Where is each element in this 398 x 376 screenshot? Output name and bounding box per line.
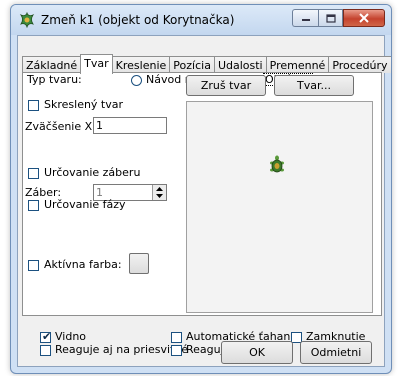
maximize-button[interactable] (318, 9, 343, 27)
dialog-client: Základné Tvar Kreslenie Pozícia Udalosti… (17, 35, 391, 367)
ok-button[interactable]: OK (221, 341, 293, 364)
shape-button[interactable]: Tvar... (274, 75, 354, 96)
minimize-button[interactable] (292, 9, 318, 27)
tab-tvar[interactable]: Tvar (80, 54, 113, 74)
tab-pozicia[interactable]: Pozícia (169, 56, 215, 73)
phase-detection-checkbox[interactable] (28, 200, 39, 211)
zoom-label: Zväčšenie X: (25, 120, 96, 133)
shape-type-label: Typ tvaru: (27, 73, 82, 86)
tab-procedury[interactable]: Procedúry (328, 56, 391, 73)
tab-strip: Základné Tvar Kreslenie Pozícia Udalosti… (22, 54, 391, 74)
active-color-label[interactable]: Aktívna farba: (44, 258, 122, 271)
active-color-swatch[interactable] (129, 253, 149, 274)
dialog-window: Zmeň k1 (objekt od Korytnačka) Základné … (10, 4, 392, 374)
distorted-shape-checkbox[interactable] (28, 100, 39, 111)
visible-checkbox[interactable]: ✔ (40, 330, 52, 343)
tab-page-tvar: Typ tvaru: Návod na kreslenie Obrázok Sk… (22, 72, 382, 316)
visible-label[interactable]: Vidno (55, 330, 86, 343)
zoom-input[interactable]: 1 (93, 117, 167, 134)
tab-premenne[interactable]: Premenné (265, 56, 330, 73)
window-title: Zmeň k1 (objekt od Korytnačka) (41, 13, 235, 27)
tab-udalosti[interactable]: Udalosti (213, 56, 267, 73)
minimize-icon (301, 19, 310, 21)
distorted-shape-label[interactable]: Skreslený tvar (44, 98, 123, 111)
close-icon (359, 13, 369, 23)
frame-detection-checkbox[interactable] (28, 168, 39, 179)
frame-detection-label[interactable]: Určovanie záberu (44, 166, 140, 179)
maximize-icon (325, 13, 336, 23)
react-transparent-checkbox[interactable] (40, 345, 51, 356)
cancel-shape-button[interactable]: Zruš tvar (186, 75, 266, 96)
tab-kreslenie[interactable]: Kreslenie (111, 56, 171, 73)
auto-drag-checkbox[interactable] (171, 332, 182, 343)
close-button[interactable] (343, 9, 385, 27)
spinner-arrows-icon (156, 187, 163, 198)
react-collision-checkbox[interactable] (171, 345, 182, 356)
tab-zakladne[interactable]: Základné (22, 56, 82, 73)
cancel-button[interactable]: Odmietni (300, 341, 372, 364)
title-bar[interactable]: Zmeň k1 (objekt od Korytnačka) (11, 5, 391, 35)
turtle-icon (270, 155, 284, 173)
frame-spinner-arrows[interactable] (152, 185, 166, 200)
checkmark-icon: ✔ (42, 330, 52, 343)
active-color-checkbox[interactable] (28, 260, 39, 271)
app-icon (19, 12, 35, 28)
phase-detection-label[interactable]: Určovanie fázy (44, 198, 126, 211)
radio-drawing[interactable] (131, 75, 142, 86)
shape-image-preview (186, 101, 373, 313)
react-transparent-label[interactable]: Reaguje aj na priesvitné (55, 343, 188, 356)
